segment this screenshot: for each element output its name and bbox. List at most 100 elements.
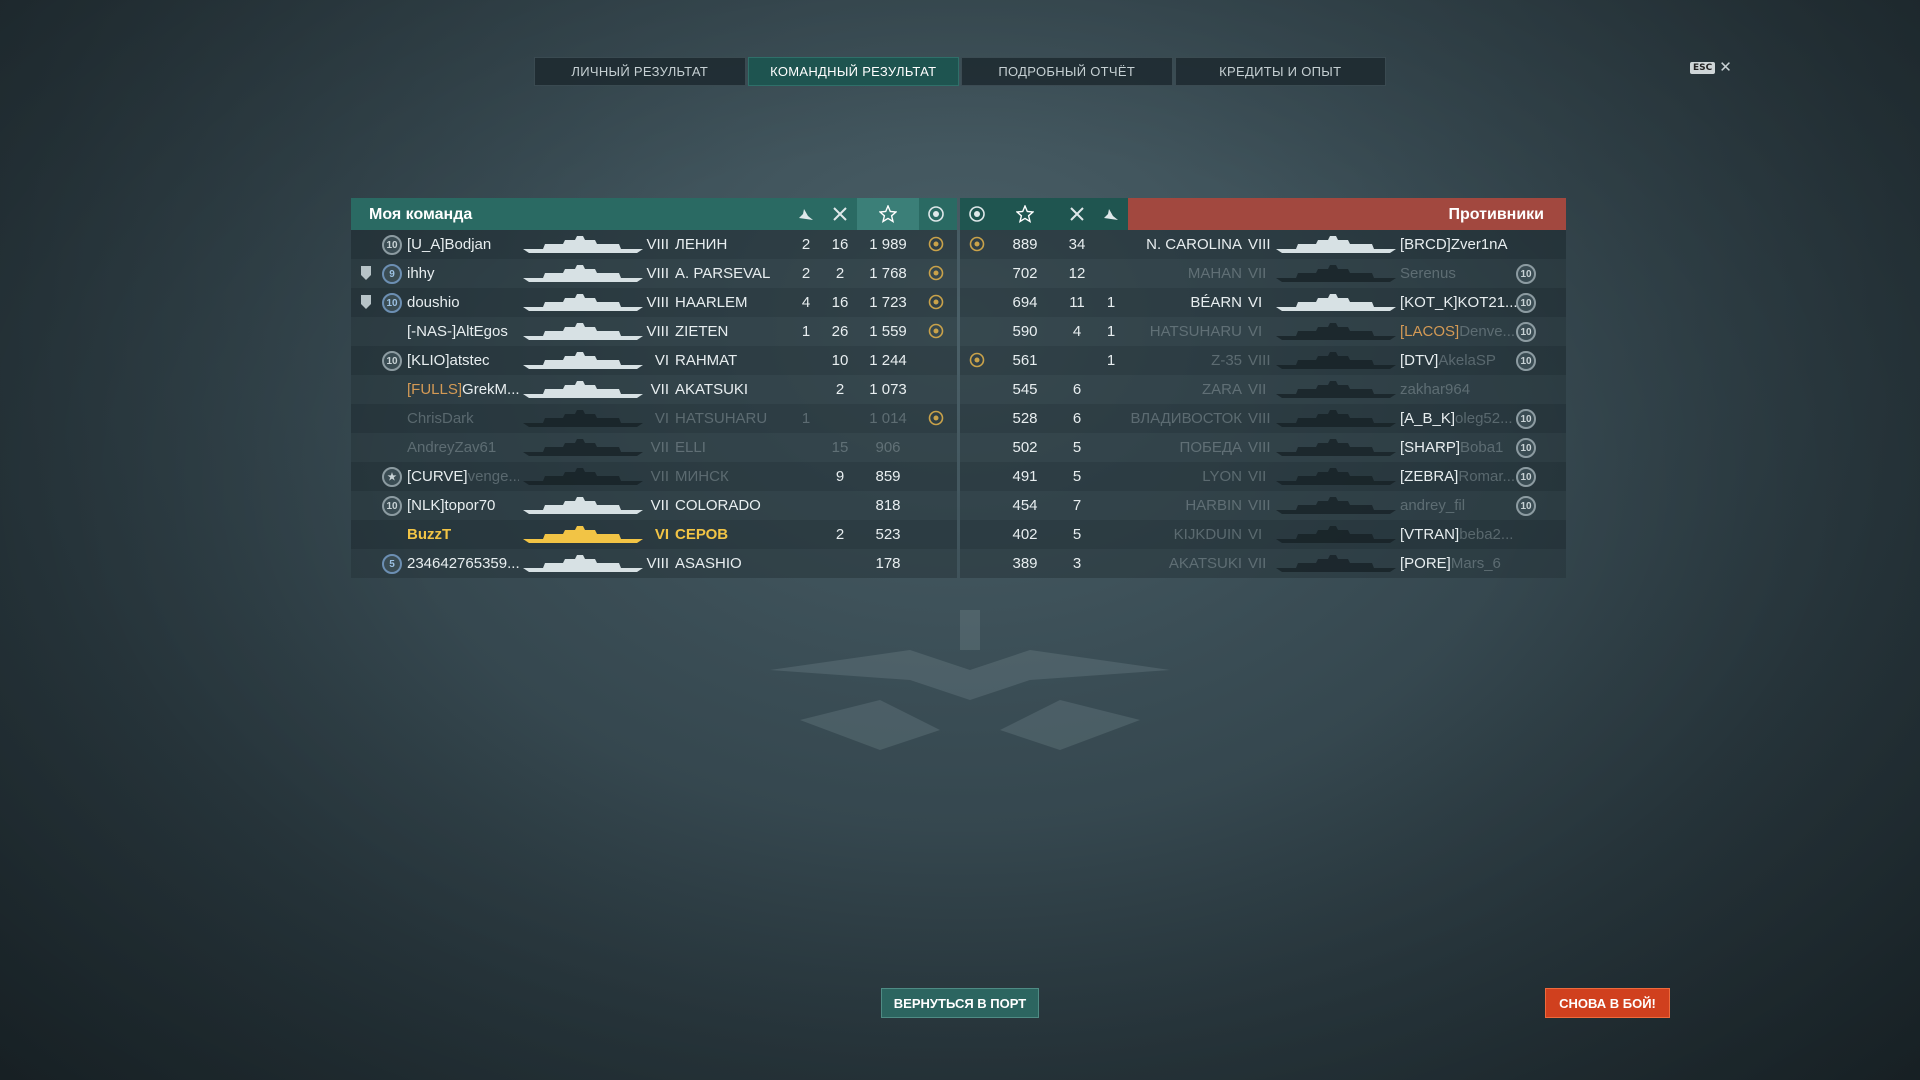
table-row[interactable]: 402 5 KIJKDUIN VI [VTRAN]beba2...	[960, 520, 1566, 549]
medal-icon	[927, 235, 945, 253]
medal-icon	[927, 264, 945, 282]
tab-credits-xp[interactable]: КРЕДИТЫ И ОПЫТ	[1174, 57, 1386, 86]
player-nick: Serenus	[1400, 265, 1456, 282]
ship-name: ZIETEN	[675, 323, 729, 340]
ship-name: HARBIN	[1185, 497, 1242, 514]
enemy-team-header: Противники	[960, 198, 1566, 230]
level-badge-icon: 10	[1516, 438, 1536, 458]
base-xp: 1 989	[869, 236, 907, 253]
base-xp: 178	[875, 555, 901, 572]
base-xp: 1 559	[869, 323, 907, 340]
table-row[interactable]: 889 34 N. CAROLINA VIII [BRCD]Zver1nA	[960, 230, 1566, 259]
kills-count: 26	[831, 323, 849, 340]
return-to-port-button[interactable]: ВЕРНУТЬСЯ В ПОРТ	[881, 988, 1039, 1018]
background-logo	[770, 610, 1170, 750]
ship-name: ASASHIO	[675, 555, 742, 572]
ship-tier: VII	[1248, 468, 1267, 485]
close-icon: ✕	[1719, 59, 1732, 76]
table-row[interactable]: 502 5 ПОБЕДА VIII [SHARP]Boba1 10	[960, 433, 1566, 462]
ship-silhouette-icon	[1276, 466, 1396, 486]
level-badge-icon: 10	[1516, 409, 1536, 429]
ship-tier: VII	[1248, 265, 1267, 282]
table-row[interactable]: 10 [KLIO]atstec VI RAHMAT 10 1 244	[351, 346, 957, 375]
close-button[interactable]: ESC ✕	[1690, 60, 1732, 75]
ship-name: HATSUHARU	[1149, 323, 1242, 340]
base-xp: 906	[875, 439, 901, 456]
xp-star-icon	[857, 198, 919, 230]
ship-silhouette-icon	[1276, 495, 1396, 515]
tab-team-result[interactable]: КОМАНДНЫЙ РЕЗУЛЬТАТ	[747, 57, 959, 86]
table-row[interactable]: 9 ihhy VIII A. PARSEVAL 2 2 1 768	[351, 259, 957, 288]
planes-icon	[1094, 198, 1128, 230]
clan-tag: [VTRAN]	[1400, 526, 1460, 543]
ship-name: HAARLEM	[675, 294, 748, 311]
table-row[interactable]: 389 3 AKATSUKI VII [PORE]Mars_6	[960, 549, 1566, 578]
ship-name: N. CAROLINA	[1146, 236, 1242, 253]
kills-count: 16	[831, 236, 849, 253]
base-xp: 1 073	[869, 381, 907, 398]
planes-count: 1	[801, 410, 811, 427]
table-row[interactable]: 528 6 ВЛАДИВОСТОК VIII [A_B_K]oleg52... 10	[960, 404, 1566, 433]
ship-silhouette-icon	[1276, 263, 1396, 283]
planes-count: 2	[801, 236, 811, 253]
player-name: [BRCD]Zver1nA	[1400, 236, 1508, 253]
table-row[interactable]: BuzzT VI СЕРОВ 2 523	[351, 520, 957, 549]
table-row[interactable]: 590 4 1 HATSUHARU VI [LACOS]Denve... 10	[960, 317, 1566, 346]
clan-tag: [ZEBRA]	[1400, 468, 1459, 485]
player-nick: KOT21...	[1457, 294, 1518, 311]
player-name: [DTV]AkelaSP	[1400, 352, 1496, 369]
level-badge-icon: 10	[1516, 264, 1536, 284]
ship-name: ПОБЕДА	[1179, 439, 1242, 456]
level-badge-icon: 10	[1516, 467, 1536, 487]
ship-name: MAHAN	[1187, 265, 1242, 282]
table-row[interactable]: 454 7 HARBIN VIII andrey_fil 10	[960, 491, 1566, 520]
player-name: [VTRAN]beba2...	[1400, 526, 1513, 543]
table-row[interactable]: ChrisDark VI HATSUHARU 1 1 014	[351, 404, 957, 433]
battle-again-button[interactable]: СНОВА В БОЙ!	[1545, 988, 1670, 1018]
base-xp: 1 014	[869, 410, 907, 427]
table-row[interactable]: 10 doushio VIII HAARLEM 4 16 1 723	[351, 288, 957, 317]
ship-name: AKATSUKI	[675, 381, 749, 398]
tab-personal-result[interactable]: ЛИЧНЫЙ РЕЗУЛЬТАТ	[534, 57, 746, 86]
table-row[interactable]: [-NAS-]AltEgos VIII ZIETEN 1 26 1 559	[351, 317, 957, 346]
ship-tier: VII	[650, 468, 669, 485]
kills-count: 9	[835, 468, 845, 485]
planes-count: 1	[801, 323, 811, 340]
clan-tag: [KOT_K]	[1400, 294, 1458, 311]
player-name: [LACOS]Denve...	[1400, 323, 1515, 340]
table-row[interactable]: 702 12 MAHAN VII Serenus 10	[960, 259, 1566, 288]
ship-silhouette-icon	[1276, 234, 1396, 254]
player-nick: Denve...	[1459, 323, 1516, 340]
medal-icon	[960, 198, 994, 230]
table-row[interactable]: 491 5 LYON VII [ZEBRA]Romar... 10	[960, 462, 1566, 491]
ship-tier: VIII	[646, 236, 669, 253]
player-name: andrey_fil	[1400, 497, 1465, 514]
table-row[interactable]: ★ [CURVE]venge... VII МИНСК 9 859	[351, 462, 957, 491]
my-team-header: Моя команда	[351, 198, 957, 230]
table-row[interactable]: 561 1 Z-35 VIII [DTV]AkelaSP 10	[960, 346, 1566, 375]
level-badge-icon: 10	[1516, 351, 1536, 371]
ship-tier: VIII	[1248, 236, 1271, 253]
table-row[interactable]: 545 6 ZARA VII zakhar964	[960, 375, 1566, 404]
player-name: Serenus	[1400, 265, 1456, 282]
ship-name: AKATSUKI	[1168, 555, 1242, 572]
player-name: [KOT_K]KOT21...	[1400, 294, 1518, 311]
ship-name: A. PARSEVAL	[675, 265, 771, 282]
table-row[interactable]: 10 [NLK]topor70 VII COLORADO 818	[351, 491, 957, 520]
ship-name: LYON	[1202, 468, 1242, 485]
kills-count: 15	[831, 439, 849, 456]
ship-tier: VIII	[1248, 410, 1271, 427]
table-row[interactable]: 694 11 1 BÉARN VI [KOT_K]KOT21... 10	[960, 288, 1566, 317]
table-row[interactable]: AndreyZav61 VII ELLI 15 906	[351, 433, 957, 462]
ship-silhouette-icon	[1276, 553, 1396, 573]
tab-detailed-report[interactable]: ПОДРОБНЫЙ ОТЧЁТ	[961, 57, 1173, 86]
ship-tier: VIII	[1248, 352, 1271, 369]
clan-tag: [A_B_K]	[1400, 410, 1456, 427]
table-row[interactable]: 10 [U_A]Bodjan VIII ЛЕНИН 2 16 1 989	[351, 230, 957, 259]
medal-icon	[919, 198, 953, 230]
ship-tier: VIII	[646, 265, 669, 282]
table-row[interactable]: 5 234642765359... VIII ASASHIO 178	[351, 549, 957, 578]
table-row[interactable]: [FULLS]GrekM... VII AKATSUKI 2 1 073	[351, 375, 957, 404]
ship-name: СЕРОВ	[675, 526, 729, 543]
my-team-rows: 10 [U_A]Bodjan VIII ЛЕНИН 2 16 1 989 9 ihhy VIII A…	[351, 230, 957, 578]
